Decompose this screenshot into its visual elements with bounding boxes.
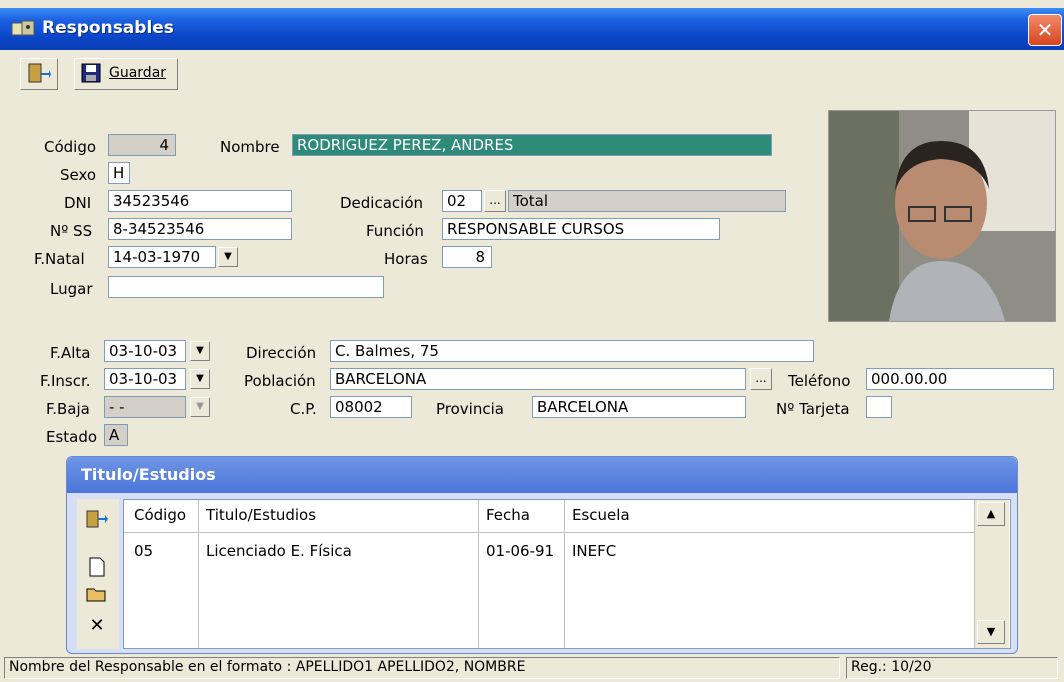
studies-table: Código Titulo/Estudios Fecha Escuela 05 … xyxy=(123,499,1011,649)
fbaja-field[interactable]: - - xyxy=(104,396,186,418)
poblacion-field[interactable]: BARCELONA xyxy=(330,368,746,390)
app-icon xyxy=(10,19,36,39)
nombre-label: Nombre xyxy=(220,138,280,156)
horas-field[interactable]: 8 xyxy=(442,246,492,268)
funcion-label: Función xyxy=(366,222,424,240)
lugar-field[interactable] xyxy=(108,276,384,298)
column-divider xyxy=(478,500,479,648)
studies-panel: Titulo/Estudios ✕ Código Titulo/Estudios… xyxy=(66,456,1018,654)
close-button[interactable]: ✕ xyxy=(1028,14,1062,46)
cell-titulo[interactable]: Licenciado E. Física xyxy=(206,542,352,560)
column-header-escuela[interactable]: Escuela xyxy=(572,506,630,524)
scroll-down-button[interactable]: ▼ xyxy=(977,620,1005,644)
status-record-panel: Reg.: 10/20 xyxy=(846,657,1058,679)
nss-field[interactable]: 8-34523546 xyxy=(108,218,292,240)
codigo-label: Código xyxy=(44,138,97,156)
dedicacion-label: Dedicación xyxy=(340,194,424,212)
falta-label: F.Alta xyxy=(50,344,91,362)
tarjeta-label: Nº Tarjeta xyxy=(776,400,850,418)
studies-exit-button[interactable] xyxy=(82,509,112,535)
exit-button[interactable] xyxy=(20,58,58,90)
column-divider xyxy=(564,500,565,648)
poblacion-browse-button[interactable]: ... xyxy=(750,368,772,390)
open-folder-icon xyxy=(86,587,108,608)
horas-label: Horas xyxy=(384,250,428,268)
scroll-up-button[interactable]: ▲ xyxy=(977,502,1005,526)
studies-toolbar: ✕ xyxy=(77,499,119,649)
column-header-titulo[interactable]: Titulo/Estudios xyxy=(206,506,316,524)
floppy-icon xyxy=(81,63,101,87)
column-header-fecha[interactable]: Fecha xyxy=(486,506,530,524)
direccion-label: Dirección xyxy=(246,344,317,362)
tarjeta-field[interactable] xyxy=(866,396,892,418)
save-label: Guardar xyxy=(109,65,167,81)
fbaja-label: F.Baja xyxy=(46,400,90,418)
cell-escuela[interactable]: INEFC xyxy=(572,542,616,560)
poblacion-label: Población xyxy=(244,372,316,390)
dni-label: DNI xyxy=(64,194,92,212)
provincia-label: Provincia xyxy=(436,400,504,418)
responsable-photo xyxy=(828,110,1056,322)
cell-codigo[interactable]: 05 xyxy=(134,542,153,560)
exit-icon xyxy=(85,510,109,534)
estado-field[interactable]: A xyxy=(104,424,128,446)
fnatal-label: F.Natal xyxy=(34,250,85,268)
direccion-field[interactable]: C. Balmes, 75 xyxy=(330,340,814,362)
dedicacion-field[interactable]: Total xyxy=(508,190,786,212)
sexo-field[interactable]: H xyxy=(108,162,130,184)
status-hint: Nombre del Responsable en el formato : A… xyxy=(9,659,526,675)
new-document-icon xyxy=(88,557,106,582)
telefono-label: Teléfono xyxy=(788,372,851,390)
funcion-field[interactable]: RESPONSABLE CURSOS xyxy=(442,218,720,240)
window-title: Responsables xyxy=(42,18,174,38)
save-button[interactable]: Guardar xyxy=(74,58,178,90)
status-bar: Nombre del Responsable en el formato : A… xyxy=(0,654,1064,682)
record-counter: Reg.: 10/20 xyxy=(851,659,932,675)
status-hint-panel: Nombre del Responsable en el formato : A… xyxy=(4,657,840,679)
header-divider xyxy=(124,532,974,533)
vertical-scrollbar[interactable]: ▲ ▼ xyxy=(974,500,1009,648)
toolbar: Guardar xyxy=(0,52,1064,96)
column-divider xyxy=(198,500,199,648)
nss-label: Nº SS xyxy=(50,222,93,240)
fnatal-field[interactable]: 14-03-1970 xyxy=(108,246,216,268)
open-record-button[interactable] xyxy=(82,585,112,611)
new-record-button[interactable] xyxy=(82,557,112,583)
cell-fecha[interactable]: 01-06-91 xyxy=(486,542,554,560)
column-header-codigo[interactable]: Código xyxy=(134,506,186,524)
fnatal-dropdown[interactable]: ▼ xyxy=(218,247,238,267)
delete-icon: ✕ xyxy=(89,615,105,636)
delete-record-button[interactable]: ✕ xyxy=(82,613,112,639)
lugar-label: Lugar xyxy=(50,280,93,298)
cp-label: C.P. xyxy=(290,400,317,418)
studies-title: Titulo/Estudios xyxy=(67,457,1017,493)
estado-label: Estado xyxy=(46,428,98,446)
title-bar: Responsables ✕ xyxy=(0,8,1064,50)
finscr-dropdown[interactable]: ▼ xyxy=(190,369,210,389)
exit-icon xyxy=(27,62,51,88)
sexo-label: Sexo xyxy=(60,166,97,184)
fbaja-dropdown[interactable]: ▼ xyxy=(190,397,210,417)
dni-field[interactable]: 34523546 xyxy=(108,190,292,212)
provincia-field[interactable]: BARCELONA xyxy=(532,396,746,418)
falta-field[interactable]: 03-10-03 xyxy=(104,340,186,362)
falta-dropdown[interactable]: ▼ xyxy=(190,341,210,361)
nombre-field[interactable]: RODRIGUEZ PEREZ, ANDRES xyxy=(292,134,772,156)
dedicacion-browse-button[interactable]: ... xyxy=(484,190,506,212)
codigo-field[interactable]: 4 xyxy=(108,134,176,156)
telefono-field[interactable]: 000.00.00 xyxy=(866,368,1054,390)
finscr-label: F.Inscr. xyxy=(40,372,91,390)
cp-field[interactable]: 08002 xyxy=(330,396,412,418)
dedicacion-code-field[interactable]: 02 xyxy=(442,190,482,212)
finscr-field[interactable]: 03-10-03 xyxy=(104,368,186,390)
